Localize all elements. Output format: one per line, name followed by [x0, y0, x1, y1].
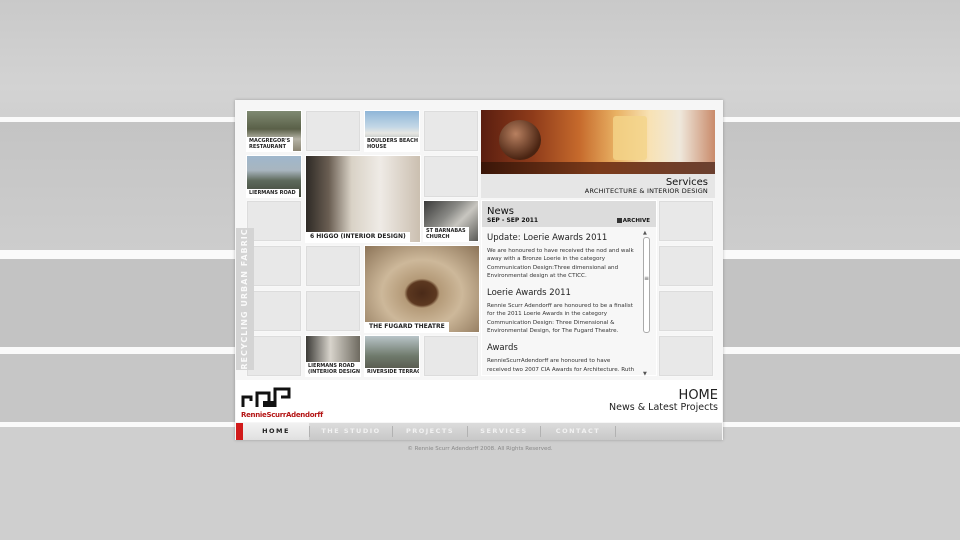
hero-decoration — [481, 162, 715, 174]
project-caption: LIERMANS ROAD — [247, 189, 299, 197]
nav-item-services[interactable]: SERVICES — [468, 423, 540, 440]
project-caption: MACGREGOR'S RESTAURANT — [247, 137, 294, 151]
grid-tile — [423, 110, 479, 152]
nav-item-contact[interactable]: CONTACT — [541, 423, 615, 440]
news-item-body: Rennie Scurr Adendorff are honoured to b… — [487, 303, 633, 335]
grid-tile — [658, 245, 714, 287]
news-item-heading[interactable]: Awards — [487, 343, 635, 353]
nav-item-projects[interactable]: PROJECTS — [393, 423, 467, 440]
brand-logo[interactable]: RennieScurrAdendorff — [241, 383, 323, 419]
archive-label: ARCHIVE — [622, 218, 650, 224]
grid-tile — [658, 335, 714, 377]
services-link[interactable]: Services ARCHITECTURE & INTERIOR DESIGN — [481, 174, 715, 198]
hero-decoration — [499, 120, 541, 160]
nav-item-home[interactable]: HOME — [243, 423, 309, 440]
logo-mark-icon — [241, 387, 291, 407]
news-date-range: SEP - SEP 2011 — [487, 217, 539, 224]
project-caption: ST BARNABAS CHURCH — [424, 227, 469, 241]
grid-tile — [658, 290, 714, 332]
project-caption: RIVERSIDE TERRACE — [365, 368, 419, 376]
archive-icon — [616, 218, 622, 223]
project-riverside-terrace[interactable]: RIVERSIDE TERRACE — [364, 335, 420, 377]
page-title: HOME — [678, 388, 718, 403]
project-st-barnabas-church[interactable]: ST BARNABAS CHURCH — [423, 200, 479, 242]
side-tab-label: RECYCLING URBAN FABRIC — [240, 228, 249, 370]
logo-text: RennieScurrAdendorff — [241, 411, 323, 419]
news-item-heading[interactable]: Loerie Awards 2011 — [487, 288, 635, 298]
grid-tile — [246, 290, 302, 332]
scroll-thumb-icon[interactable]: ≡ — [644, 275, 649, 282]
project-caption: LIERMANS ROAD (INTERIOR DESIGN) — [306, 362, 360, 376]
project-liermans-road[interactable]: LIERMANS ROAD — [246, 155, 302, 198]
services-hero-image[interactable] — [481, 110, 715, 174]
grid-tile — [305, 245, 361, 287]
news-scrollbar[interactable]: ▲ ≡ ▼ — [641, 230, 650, 377]
grid-tile — [246, 245, 302, 287]
project-boulders-beach-house[interactable]: BOULDERS BEACH HOUSE — [364, 110, 420, 152]
news-list: Update: Loerie Awards 2011 We are honour… — [487, 233, 635, 373]
scroll-up-icon[interactable]: ▲ — [643, 230, 647, 236]
news-panel: News SEP - SEP 2011 ARCHIVE Update: Loer… — [481, 200, 657, 377]
scroll-track[interactable] — [643, 237, 650, 333]
grid-tile — [305, 110, 361, 152]
archive-link[interactable]: ARCHIVE — [616, 218, 650, 224]
project-liermans-road-interior[interactable]: LIERMANS ROAD (INTERIOR DESIGN) — [305, 335, 361, 377]
hero-decoration — [613, 116, 647, 160]
project-macgregors-restaurant[interactable]: MACGREGOR'S RESTAURANT — [246, 110, 302, 152]
grid-tile — [658, 200, 714, 242]
grid-tile — [246, 200, 302, 242]
project-caption: 6 HIGGO (INTERIOR DESIGN) — [306, 232, 410, 242]
news-item-body: We are honoured to have received the nod… — [487, 248, 634, 279]
nav-separator — [615, 426, 616, 437]
grid-tile — [305, 290, 361, 332]
project-fugard-theatre[interactable]: THE FUGARD THEATRE — [364, 245, 480, 333]
nav-accent — [236, 423, 243, 440]
grid-tile — [246, 335, 302, 377]
page-subtitle: News & Latest Projects — [609, 402, 718, 413]
news-item-body: RennieScurrAdendorff are honoured to hav… — [487, 358, 635, 373]
services-subtitle: ARCHITECTURE & INTERIOR DESIGN — [584, 187, 708, 195]
project-caption: THE FUGARD THEATRE — [365, 322, 449, 332]
main-nav: HOME THE STUDIO PROJECTS SERVICES CONTAC… — [236, 423, 722, 440]
project-6-higgo[interactable]: 6 HIGGO (INTERIOR DESIGN) — [305, 155, 421, 243]
news-item-heading[interactable]: Update: Loerie Awards 2011 — [487, 233, 635, 243]
news-title: News — [487, 206, 515, 217]
news-header: News SEP - SEP 2011 ARCHIVE — [482, 201, 656, 227]
side-tab: RECYCLING URBAN FABRIC — [236, 228, 254, 370]
scroll-down-icon[interactable]: ▼ — [643, 371, 647, 377]
footer-copyright: © Rennie Scurr Adendorff 2008. All Right… — [407, 446, 553, 452]
grid-tile — [423, 155, 479, 198]
nav-item-the-studio[interactable]: THE STUDIO — [310, 423, 392, 440]
project-caption: BOULDERS BEACH HOUSE — [365, 137, 419, 151]
grid-tile — [423, 335, 479, 377]
